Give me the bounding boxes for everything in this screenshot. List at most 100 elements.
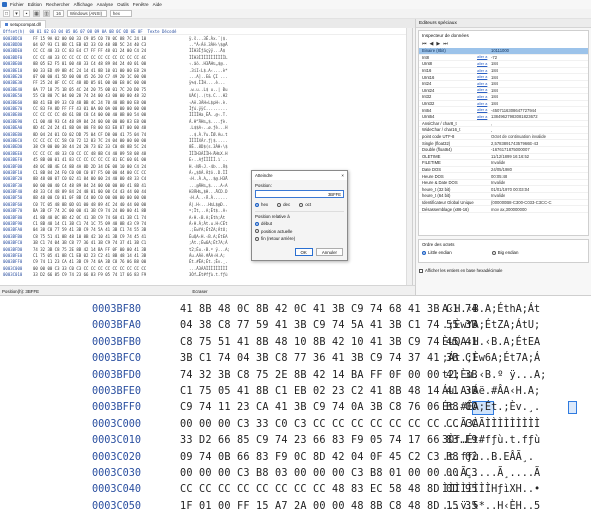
row-text[interactable]: 3Òf…Ét#fƒù.t.fƒù [183,272,228,277]
zoom-row-text[interactable]: ...ÿ.§*..H‹ÈH..5 [442,501,540,509]
inspector-row[interactable]: Heure DOS 00:05:48 [419,173,588,180]
row-text[interactable]: ÌÌH3ÌÌÌÌÌÌÌÌÌÌÌL [183,55,228,60]
grid-icon[interactable]: ▦ [33,10,40,17]
goto-link[interactable]: aller a [477,55,491,59]
save-icon[interactable]: ▪ [23,10,30,17]
inspector-value[interactable]: Invalide [491,180,505,185]
row-text[interactable]: 8É..8D$(s.3ÀH‹\$ [183,144,228,149]
inspector-row[interactable]: AnsiChar / char8_t, [419,121,588,128]
goto-link[interactable]: aller a [477,82,491,86]
row-text[interactable]: Á‹H.Á;Át.u.H‹CÉt [183,221,228,226]
row-text[interactable]: Ét.#ÊA;Ét.;Èv.¸. [183,259,228,264]
zoom-row-bytes[interactable]: 00 00 00 C3 B8 03 00 00 00 C3 B8 01 00 0… [180,468,478,479]
menu-analyse[interactable]: Analyse [97,2,113,7]
row-bytes[interactable]: CC 83 FA 8D FF FF 43 01 0A 00 0A 00 00 0… [33,106,183,111]
menu-edition[interactable]: Edition [28,2,42,7]
inspector-value[interactable]: 13849627983081823672 [491,114,538,119]
inspector-row[interactable]: Binaire (8bit) 10111000 [419,48,588,55]
row-bytes[interactable]: 48 33 C4 48 89 84 24 48 01 00 00 C4 43 4… [33,189,183,194]
row-bytes[interactable]: 8D 4C 24 24 41 8B 0A 08 F8 00 83 E8 07 0… [33,125,183,130]
bytes-per-row-select[interactable]: 16 [53,10,64,17]
row-text[interactable]: H.‹NÄ‹J.-4Þ...Ä$ [183,164,228,169]
inspector-row[interactable]: Double (float64) -1676171875000007 [419,147,588,154]
hex-row[interactable]: 0003C010 33 D2 66 85 C9 74 23 66 83 F9 05… [0,271,412,277]
inspector-row[interactable]: Int32 aller a 184 [419,94,588,101]
zoom-hex-row[interactable]: 0003BFE0 C1 75 05 41 8B C1 EB 02 23 C2 41… [0,386,591,402]
zoom-row-bytes[interactable]: 00 00 00 C3 33 C0 C3 CC CC CC CC CC CC C… [180,419,478,430]
menu-fenetre[interactable]: Fenêtre [133,2,149,7]
row-text[interactable]: ;Át.;Èw6A;Ét7A;Á [183,240,228,245]
row-text[interactable]: Áu.AÁë.#ÂA‹H.A; [183,253,225,258]
row-bytes[interactable]: 74 32 3B C8 75 2E 8B 42 14 BA FF 0F 00 0… [33,247,183,252]
zoom-hex-row[interactable]: 0003C050 1F 01 00 FF 15 A7 2A 00 00 48 8B… [0,501,591,509]
row-text[interactable]: ÌÌÌÌHa¸ÈÄ..@‹.T. [183,112,228,117]
inspector-value[interactable]: 184 [491,75,498,80]
inspector-value[interactable]: 184 [491,81,498,86]
row-bytes[interactable]: 41 8B 48 0C 8B 42 0C 41 3B C9 74 68 41 3… [33,215,183,220]
row-bytes[interactable]: 8B 48 00 C0 01 0F 8B C4 00 C0 00 00 00 0… [33,195,183,200]
row-text[interactable]: ‹H..À.A„..$@.H3Ä [183,176,228,181]
hex-integers-checkbox[interactable]: Afficher les entiers en base hexadécimal… [419,268,502,273]
menu-aide[interactable]: Aide [153,2,162,7]
zoom-hex-row[interactable]: 0003C030 00 00 00 C3 B8 03 00 00 00 C3 B8… [0,468,591,484]
row-text[interactable]: UÀ€|..(t$.C...H2 [183,93,228,98]
inspector-row[interactable]: Désassemblage (x86-16) mov ax,300000000 [419,206,588,213]
inspector-row[interactable]: point code UTF-8 Octet de continuation in… [419,134,588,141]
inspector-row[interactable]: Heure & Date DOS Invalide [419,180,588,187]
row-bytes[interactable]: CC CC 48 33 CC 83 E4 C7 FF FF 48 01 24 0… [33,48,183,53]
row-bytes[interactable]: 8B 48 00 07 C0 02 41 84 00 00 24 40 00 4… [33,176,183,181]
row-bytes[interactable]: CC CC 48 33 CC CC CC CC CC CC CC CC CC C… [33,55,183,60]
inspector-value[interactable]: , [491,121,492,126]
row-bytes[interactable]: 33 D2 66 85 C9 74 23 66 83 F9 05 74 17 6… [33,272,183,277]
row-text[interactable]: Á.H“ÄH‰„$....ƒè. [183,119,228,124]
row-bytes[interactable]: FF 25 24 8F CC CC 48 8D 05 01 00 00 E8 0… [33,80,183,85]
inspector-value[interactable]: 184 [491,61,498,66]
row-bytes[interactable]: C1 8B 84 24 F0 C0 08 C0 87 F5 00 00 44 0… [33,170,183,175]
row-text[interactable]: Á‹„$ðÀ.À‡õ..D.ÌÌ [183,170,228,175]
inspector-value[interactable]: 184 [491,88,498,93]
row-text[interactable]: ÌÌH3Ìƒäçÿÿ...Ä$ [183,48,225,53]
row-text[interactable]: ‹.âõ..H3ÄH‰„$@.. [183,61,228,66]
inspector-value[interactable]: 01/01/1970 00:03:04 [491,187,529,192]
row-bytes[interactable]: C1 8B 48 14 C1 3B C1 74 1C 75 09 48 8B 4… [33,221,183,226]
row-text[interactable]: t2;Èu.‹B.º ÿ...A; [183,247,230,252]
first-icon[interactable]: ⏮ [422,41,427,47]
zoom-row-bytes[interactable]: 74 32 3B C8 75 2E 8B 42 14 BA FF 0F 00 0… [180,370,478,381]
next-icon[interactable]: ▶ [436,41,440,47]
zoom-row-text[interactable]: ÌÌÌÌÌÌÌÌHƒìXH..• [442,484,540,495]
end-radio[interactable]: fin (retour arrière) [255,236,295,241]
row-bytes[interactable]: 38 C9 00 00 38 44 24 28 73 02 33 C0 48 8… [33,144,183,149]
zoom-row-text[interactable]: t2;Èu.‹B.º ÿ...A; [442,370,546,381]
inspector-value[interactable]: 10111000 [491,48,509,53]
goto-link[interactable]: aller a [477,95,491,99]
row-text[interactable]: Ìƒú.ÿÿC......... [183,106,228,111]
menu-outils[interactable]: Outils [117,2,129,7]
row-bytes[interactable]: CC CC CC CC 48 61 B8 C8 C4 00 00 40 8B 0… [33,112,183,117]
row-text[interactable]: ÿ.š...3É.Àx.ˆ|$. [183,36,228,41]
row-text[interactable]: ÌÌÌH3ÀÌÌH‹ÄH‰X.H [183,151,228,156]
goto-link[interactable]: aller a [477,115,491,119]
hex-view[interactable]: Offset(h) 00 01 02 03 04 05 06 07 08 09 … [0,28,413,285]
goto-link[interactable]: aller a [477,88,491,92]
row-text[interactable]: ...Ã3ÀÃÌÌÌÌÌÌÌÌÌ [183,266,228,271]
row-text[interactable]: ...A]..E& ÇI ... [183,74,228,79]
goto-link[interactable]: aller a [477,108,491,112]
inspector-value[interactable]: Invalide [491,193,505,198]
row-bytes[interactable]: C9 74 11 23 CA 41 3B C9 74 0A 3B C8 76 0… [33,259,183,264]
inspector-value[interactable]: 184 [491,68,498,73]
row-text[interactable]: ÌÌÌÌXÀr.ƒ|$..... [183,138,228,143]
zoom-row-text[interactable]: 3Òf…Ét#fƒù.t.fƒù [442,435,540,446]
row-text[interactable]: E‹..AƒÌÌÌÌÌ.ì`.. [183,157,228,162]
open-file-icon[interactable]: ▾ [13,10,20,17]
row-text[interactable]: H3ÄH‰„$H...ÄCD.D [183,189,228,194]
row-text[interactable]: .L$$A‹..ø.ƒè...H [183,125,228,130]
zoom-row-bytes[interactable]: 3B C1 74 04 3B C8 77 36 41 3B C9 74 37 4… [180,353,478,364]
row-text[interactable]: A‹H.‹B.A;Éth;Át [183,215,225,220]
row-bytes[interactable]: 0A 77 18 75 1B 05 4C 24 20 75 0B 01 7C 2… [33,87,183,92]
zoom-row-text[interactable]: ...Ã¸....Ã¸....Ã [442,468,540,479]
zoom-hex-row[interactable]: 0003C020 09 74 0B 66 83 F9 0C 8D 42 04 0F… [0,452,591,468]
zoom-hex-row[interactable]: 0003C010 33 D2 66 85 C9 74 23 66 83 F9 05… [0,435,591,451]
zoom-hex-row[interactable]: 0003C040 CC CC CC CC CC CC CC CC 48 83 EC… [0,484,591,500]
prev-icon[interactable]: ◀ [430,41,434,47]
close-icon[interactable]: × [341,173,344,178]
